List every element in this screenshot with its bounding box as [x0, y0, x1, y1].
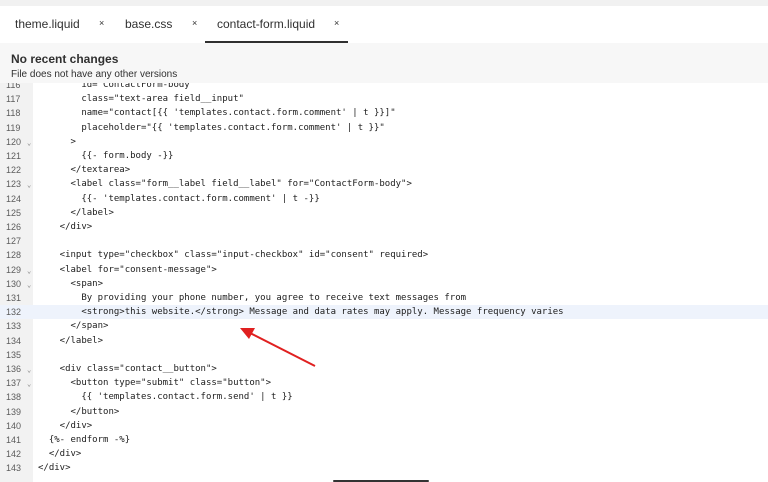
banner-subtitle: File does not have any other versions	[11, 69, 178, 80]
close-icon[interactable]: ×	[192, 18, 197, 28]
close-icon[interactable]: ×	[99, 18, 104, 28]
tab-label: theme.liquid	[15, 17, 80, 31]
file-tab-bar: theme.liquid × base.css × contact-form.l…	[0, 6, 768, 44]
tab-contact-form-liquid[interactable]: contact-form.liquid ×	[205, 6, 348, 43]
code-editor[interactable]: 116 id="ContactForm-body" 117 class="text…	[0, 83, 768, 482]
red-arrow-annotation	[240, 328, 316, 367]
tab-base-css[interactable]: base.css ×	[125, 6, 200, 42]
close-icon[interactable]: ×	[334, 18, 339, 28]
banner-title: No recent changes	[11, 52, 119, 66]
tab-theme-liquid[interactable]: theme.liquid ×	[15, 6, 110, 42]
tab-label: base.css	[125, 17, 173, 31]
version-history-banner: No recent changes File does not have any…	[0, 43, 768, 83]
tab-label: contact-form.liquid	[217, 17, 316, 31]
